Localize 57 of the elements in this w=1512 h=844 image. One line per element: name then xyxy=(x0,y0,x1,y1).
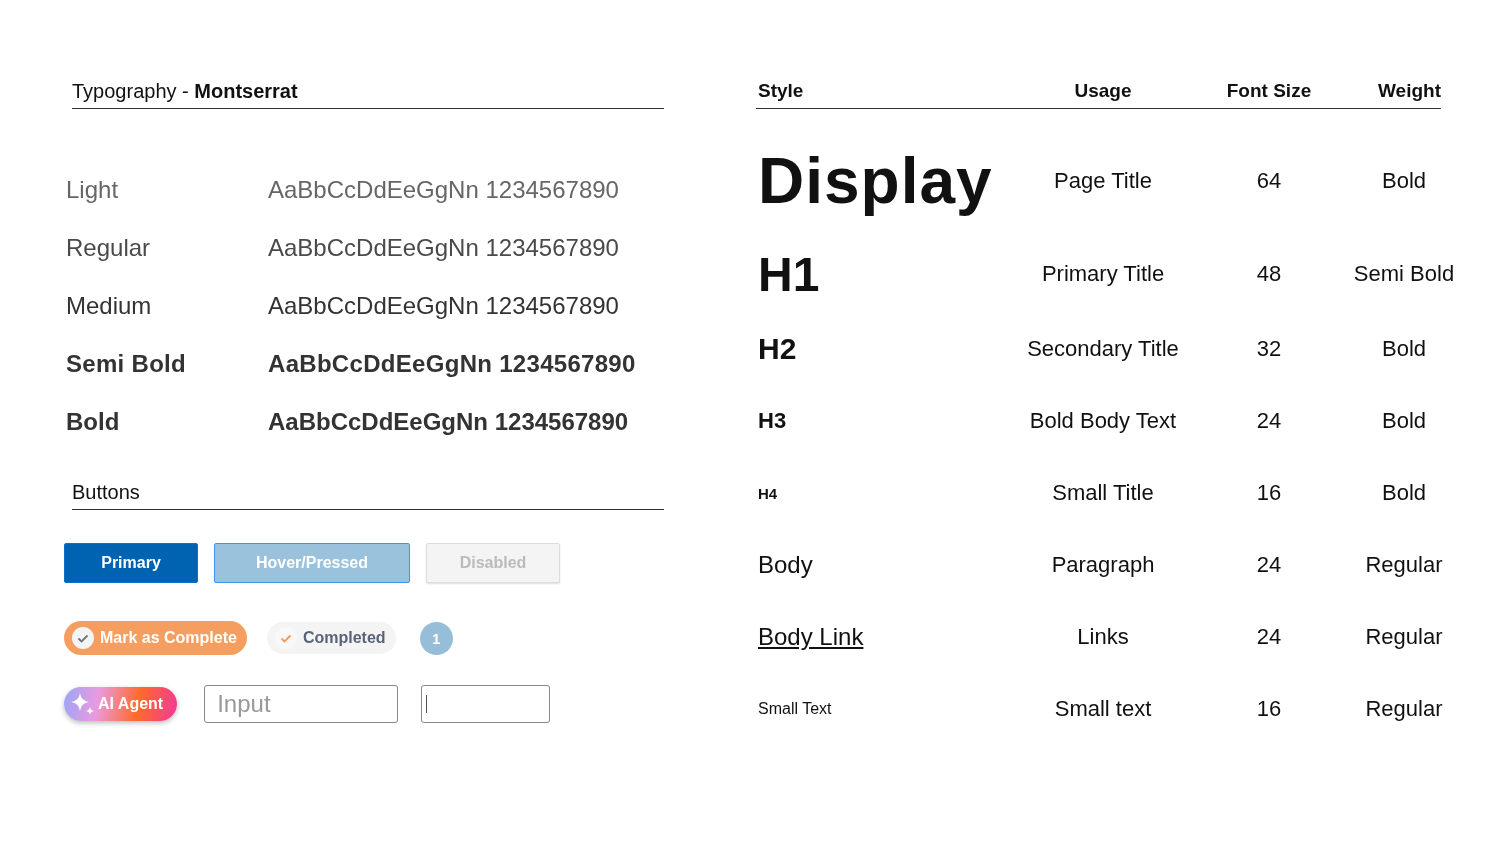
button[interactable]: Hover/Pressed xyxy=(214,543,410,583)
style-sample: H1 xyxy=(757,246,820,302)
weight-label: Medium xyxy=(65,292,153,320)
table-cell-text: Secondary Title xyxy=(1026,336,1180,362)
check-circle-icon xyxy=(72,627,94,649)
table-cell-text: 24 xyxy=(1255,552,1283,578)
table-cell-text: 64 xyxy=(1255,168,1283,194)
table-cell-text: Bold xyxy=(1380,168,1427,194)
table-cell-text: Regular xyxy=(1364,552,1444,578)
table-cell-text: Bold xyxy=(1380,336,1427,362)
column-header: Font Size xyxy=(1225,80,1313,102)
type-sample: AaBbCcDdEeGgNn 1234567890 xyxy=(268,292,619,320)
input-field[interactable] xyxy=(421,685,551,723)
table-cell-text: Small Title xyxy=(1051,480,1155,506)
table-cell-text: Primary Title xyxy=(1040,261,1166,287)
type-sample: AaBbCcDdEeGgNn 1234567890 xyxy=(268,234,619,262)
section-title: Typography - Montserrat xyxy=(72,80,298,102)
style-sample: Body xyxy=(757,551,813,579)
style-sample: H4 xyxy=(757,484,778,502)
table-cell-text: Bold xyxy=(1380,480,1427,506)
table-cell-text: Paragraph xyxy=(1050,552,1156,578)
column-header: Usage xyxy=(1073,80,1133,102)
table-cell-text: 24 xyxy=(1255,624,1283,650)
table-cell-text: 16 xyxy=(1255,480,1283,506)
style-sample: Small Text xyxy=(757,700,832,718)
table-cell-text: 16 xyxy=(1255,696,1283,722)
type-sample: AaBbCcDdEeGgNn 1234567890 xyxy=(268,350,636,378)
mark-complete-button[interactable]: Mark as Complete xyxy=(64,621,247,655)
table-cell-text: Small text xyxy=(1053,696,1153,722)
table-cell-text: 48 xyxy=(1255,261,1283,287)
input-field[interactable]: Input xyxy=(204,685,399,723)
table-cell-text: Regular xyxy=(1364,696,1444,722)
ai-agent-button[interactable]: AI Agent xyxy=(64,687,178,721)
type-sample: AaBbCcDdEeGgNn 1234567890 xyxy=(268,408,629,436)
table-cell-text: Regular xyxy=(1364,624,1444,650)
weight-label: Bold xyxy=(65,408,121,436)
completed-chip: Completed xyxy=(266,622,396,654)
table-cell-text: Bold Body Text xyxy=(1028,408,1178,434)
table-cell-text: 32 xyxy=(1255,336,1283,362)
weight-label: Regular xyxy=(65,234,152,262)
table-cell-text: Semi Bold xyxy=(1352,261,1456,287)
section-title: Buttons xyxy=(72,481,140,503)
table-cell-text: Page Title xyxy=(1053,168,1153,194)
style-sample: Display xyxy=(757,144,993,218)
table-cell-text: Links xyxy=(1076,624,1130,650)
count-badge: 1 xyxy=(419,621,453,655)
column-header: Style xyxy=(757,80,805,102)
weight-label: Semi Bold xyxy=(65,350,188,378)
table-cell-text: 24 xyxy=(1255,408,1283,434)
button[interactable]: Primary xyxy=(64,543,198,583)
type-sample: AaBbCcDdEeGgNn 1234567890 xyxy=(268,176,619,204)
link[interactable]: Body Link xyxy=(756,623,864,651)
weight-label: Light xyxy=(65,176,120,204)
style-sample: H2 xyxy=(757,332,797,366)
table-cell-text: Bold xyxy=(1380,408,1427,434)
column-header: Weight xyxy=(1377,80,1441,102)
style-sample: H3 xyxy=(757,408,787,434)
